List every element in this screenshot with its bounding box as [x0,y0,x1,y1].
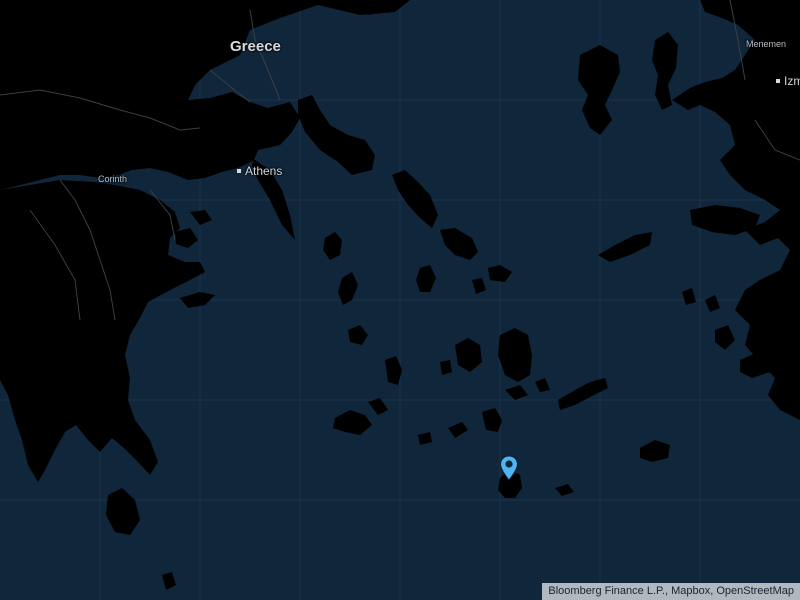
aegina [175,228,198,248]
ikaria [598,232,652,262]
city-name-athens: Athens [245,164,283,178]
island-chios [652,32,678,110]
kythira [106,488,140,535]
tinos [440,228,478,260]
islet-c [535,378,550,392]
sikinos [448,422,468,438]
antikythera [162,572,176,590]
leros [705,295,720,312]
peloponnese [0,180,205,482]
city-label-athens: Athens [237,164,282,178]
map-view[interactable]: Greece Athens Corinth Menemen Izm Bloomb… [0,0,800,600]
naxos [498,328,532,382]
antiparos [440,360,452,375]
milos [333,410,372,435]
islet-b [505,385,528,400]
serifos [348,325,368,345]
syros [416,265,436,292]
kimolos [368,398,388,415]
kea [323,232,342,260]
patmos [682,288,696,305]
salamis [190,210,212,225]
lesbos [578,45,620,135]
hydra [180,292,215,308]
andros [392,170,438,228]
map-attribution[interactable]: Bloomberg Finance L.P., Mapbox, OpenStre… [542,583,800,600]
city-dot-icon [237,168,241,173]
city-name-izmir: Izm [784,74,800,88]
islet-a [472,278,486,294]
ios [482,408,502,432]
paros [455,338,482,372]
city-label-menemen: Menemen [746,39,787,49]
euboea [298,95,375,175]
map-canvas [0,0,800,600]
kalymnos [715,325,735,350]
sifnos [385,356,402,385]
map-pin-icon[interactable] [499,455,519,481]
mykonos [488,265,512,282]
anafi [555,484,574,496]
city-label-izmir: Izm [776,74,800,88]
country-label-greece: Greece [230,38,281,55]
astypalaia [640,440,670,462]
city-label-corinth: Corinth [98,174,128,184]
city-dot-icon [776,78,780,83]
folegandros [418,432,432,445]
